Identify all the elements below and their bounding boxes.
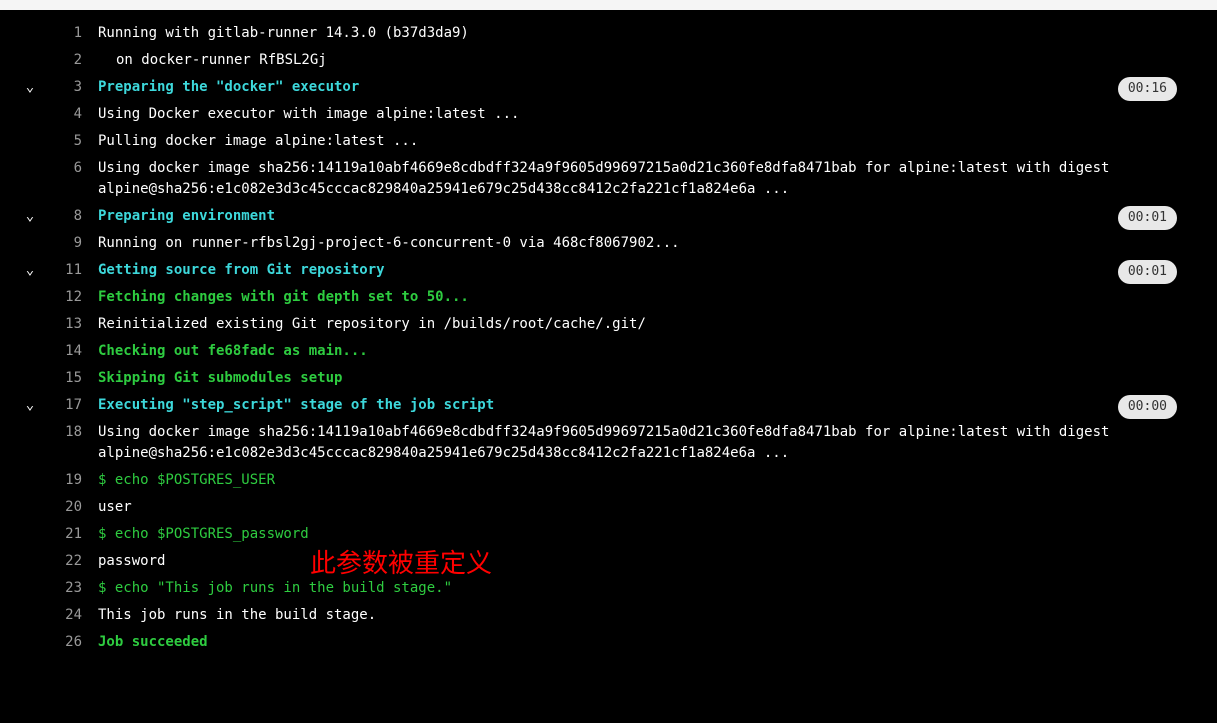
log-text: Job succeeded [98, 632, 1197, 653]
log-line: 24 This job runs in the build stage. [20, 602, 1197, 629]
log-line: 2 on docker-runner RfBSL2Gj [20, 47, 1197, 74]
chevron-down-icon[interactable]: ⌄ [20, 77, 40, 98]
line-number[interactable]: 21 [40, 524, 82, 545]
log-line: 23 $ echo "This job runs in the build sta… [20, 575, 1197, 602]
chevron-down-icon[interactable]: ⌄ [20, 206, 40, 227]
section-duration-badge: 00:00 [1118, 395, 1177, 419]
log-text: Fetching changes with git depth set to 5… [98, 287, 1197, 308]
log-text: Using docker image sha256:14119a10abf466… [98, 158, 1197, 200]
line-number[interactable]: 5 [40, 131, 82, 152]
section-header[interactable]: Executing "step_script" stage of the job… [98, 395, 1197, 416]
line-number[interactable]: 14 [40, 341, 82, 362]
line-number[interactable]: 22 [40, 551, 82, 572]
log-line: 19 $ echo $POSTGRES_USER [20, 467, 1197, 494]
log-text: Running on runner-rfbsl2gj-project-6-con… [98, 233, 1197, 254]
log-text: Checking out fe68fadc as main... [98, 341, 1197, 362]
log-line: 9 Running on runner-rfbsl2gj-project-6-co… [20, 230, 1197, 257]
log-command: $ echo $POSTGRES_password [98, 524, 1197, 545]
line-number[interactable]: 24 [40, 605, 82, 626]
section-duration-badge: 00:01 [1118, 260, 1177, 284]
line-number[interactable]: 17 [40, 395, 82, 416]
log-line: 5 Pulling docker image alpine:latest ... [20, 128, 1197, 155]
line-number[interactable]: 12 [40, 287, 82, 308]
log-line: 22 password [20, 548, 1197, 575]
section-duration-badge: 00:01 [1118, 206, 1177, 230]
log-command: $ echo "This job runs in the build stage… [98, 578, 1197, 599]
log-line: 15 Skipping Git submodules setup [20, 365, 1197, 392]
line-number[interactable]: 18 [40, 422, 82, 443]
log-line: ⌄3 Preparing the "docker" executor00:16 [20, 74, 1197, 101]
log-line: 14 Checking out fe68fadc as main... [20, 338, 1197, 365]
line-number[interactable]: 13 [40, 314, 82, 335]
chevron-down-icon[interactable]: ⌄ [20, 395, 40, 416]
log-line: 1 Running with gitlab-runner 14.3.0 (b37d… [20, 20, 1197, 47]
log-line: 18 Using docker image sha256:14119a10abf4… [20, 419, 1197, 467]
section-header[interactable]: Getting source from Git repository [98, 260, 1197, 281]
log-text: Running with gitlab-runner 14.3.0 (b37d3… [98, 23, 1197, 44]
log-line: 21 $ echo $POSTGRES_password [20, 521, 1197, 548]
log-text: user [98, 497, 1197, 518]
job-log-container: 此参数被重定义 1Running with gitlab-runner 14.3… [0, 10, 1217, 666]
log-line: ⌄11 Getting source from Git repository00:… [20, 257, 1197, 284]
line-number[interactable]: 2 [40, 50, 82, 71]
log-text: Reinitialized existing Git repository in… [98, 314, 1197, 335]
line-number[interactable]: 23 [40, 578, 82, 599]
log-text: Using docker image sha256:14119a10abf466… [98, 422, 1197, 464]
log-line: 6 Using docker image sha256:14119a10abf46… [20, 155, 1197, 203]
section-header[interactable]: Preparing environment [98, 206, 1197, 227]
log-text: Using Docker executor with image alpine:… [98, 104, 1197, 125]
log-line: ⌄17 Executing "step_script" stage of the … [20, 392, 1197, 419]
log-text: Skipping Git submodules setup [98, 368, 1197, 389]
log-text: on docker-runner RfBSL2Gj [98, 50, 1197, 71]
log-line: 4 Using Docker executor with image alpine… [20, 101, 1197, 128]
line-number[interactable]: 4 [40, 104, 82, 125]
log-line: 13 Reinitialized existing Git repository … [20, 311, 1197, 338]
log-command: $ echo $POSTGRES_USER [98, 470, 1197, 491]
log-text: Pulling docker image alpine:latest ... [98, 131, 1197, 152]
chevron-down-icon[interactable]: ⌄ [20, 260, 40, 281]
line-number[interactable]: 20 [40, 497, 82, 518]
line-number[interactable]: 9 [40, 233, 82, 254]
line-number[interactable]: 15 [40, 368, 82, 389]
log-text: This job runs in the build stage. [98, 605, 1197, 626]
log-line: 12 Fetching changes with git depth set to… [20, 284, 1197, 311]
section-duration-badge: 00:16 [1118, 77, 1177, 101]
line-number[interactable]: 6 [40, 158, 82, 179]
log-line: ⌄8 Preparing environment00:01 [20, 203, 1197, 230]
line-number[interactable]: 26 [40, 632, 82, 653]
section-header[interactable]: Preparing the "docker" executor [98, 77, 1197, 98]
log-line: 26 Job succeeded [20, 629, 1197, 656]
log-text: password [98, 551, 1197, 572]
log-line: 20 user [20, 494, 1197, 521]
line-number[interactable]: 8 [40, 206, 82, 227]
line-number[interactable]: 1 [40, 23, 82, 44]
line-number[interactable]: 3 [40, 77, 82, 98]
line-number[interactable]: 19 [40, 470, 82, 491]
line-number[interactable]: 11 [40, 260, 82, 281]
window-chrome-strip [0, 0, 1217, 10]
